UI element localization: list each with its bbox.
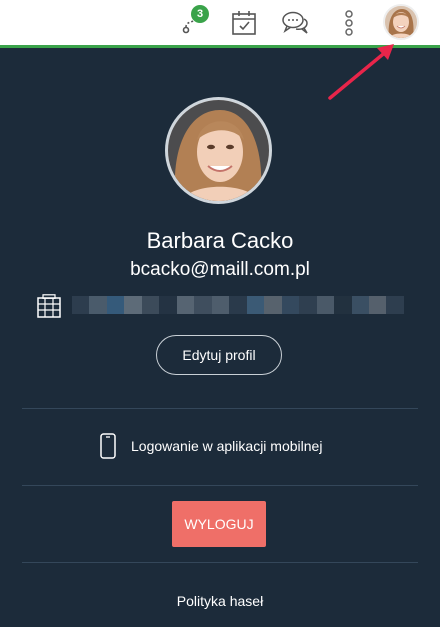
divider <box>22 485 418 486</box>
smartphone-icon <box>100 433 116 459</box>
profile-name: Barbara Cacko <box>146 228 294 253</box>
logout-button[interactable]: WYLOGUJ <box>172 501 266 547</box>
chat-icon <box>282 11 308 34</box>
password-policy-link[interactable]: Polityka haseł <box>0 593 440 609</box>
avatar <box>168 100 269 201</box>
divider <box>22 408 418 409</box>
calendar-check-icon <box>232 11 256 35</box>
profile-photo <box>165 97 272 204</box>
company-name-pixelated <box>72 296 404 314</box>
more-menu-button[interactable] <box>332 6 366 40</box>
mobile-login-item[interactable]: Logowanie w aplikacji mobilnej <box>0 432 440 460</box>
more-vertical-icon <box>345 10 353 36</box>
company-row <box>36 294 406 318</box>
mobile-login-label: Logowanie w aplikacji mobilnej <box>131 438 323 454</box>
annotation-arrow-icon <box>328 44 394 100</box>
profile-email: bcacko@maill.com.pl <box>130 259 310 280</box>
calendar-button[interactable] <box>227 6 261 40</box>
edit-profile-button[interactable]: Edytuj profil <box>156 335 282 375</box>
chat-button[interactable] <box>279 6 313 40</box>
notification-badge: 3 <box>191 5 209 23</box>
user-avatar-button[interactable] <box>383 4 419 40</box>
avatar <box>385 6 417 38</box>
divider <box>22 562 418 563</box>
building-icon <box>37 294 61 318</box>
